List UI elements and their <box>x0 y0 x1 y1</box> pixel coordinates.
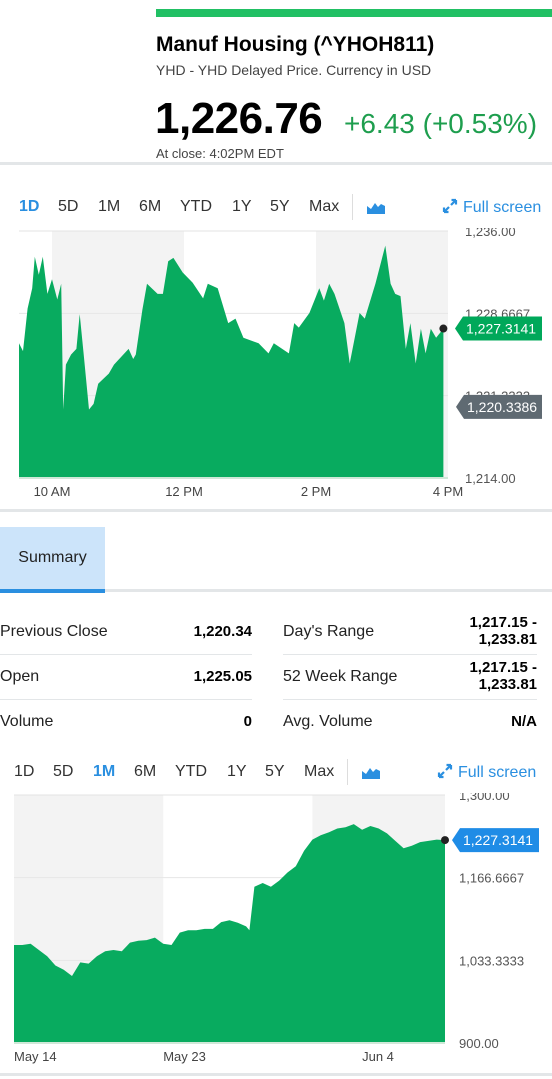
divider <box>0 1073 552 1076</box>
x-tick-label: 2 PM <box>301 484 331 499</box>
area-chart-icon[interactable] <box>362 766 380 784</box>
stat-value: 1,217.15 -1,233.81 <box>469 614 537 648</box>
x-tick-label: Jun 4 <box>362 1049 394 1064</box>
divider <box>0 509 552 512</box>
stat-52-week-range: 52 Week Range 1,217.15 -1,233.81 <box>283 655 537 700</box>
range-ytd[interactable]: YTD <box>175 763 207 781</box>
range-max[interactable]: Max <box>304 763 334 781</box>
stat-label: Volume <box>0 713 54 730</box>
stat-value: 1,220.34 <box>193 623 252 640</box>
range-5d[interactable]: 5D <box>53 763 73 781</box>
previous-close-marker: 1,220.3386 <box>456 394 542 419</box>
stat-label: 52 Week Range <box>283 668 398 685</box>
y-tick-label: 1,300.00 <box>459 793 510 803</box>
range-5y[interactable]: 5Y <box>270 198 290 216</box>
stat-value: 1,217.15 -1,233.81 <box>469 659 537 693</box>
separator <box>352 194 353 220</box>
range-selector-1d-chart: 1D 5D 1M 6M YTD 1Y 5Y Max Full screen <box>0 194 552 222</box>
current-price-marker: 1,227.3141 <box>455 316 542 341</box>
range-1y[interactable]: 1Y <box>227 763 247 781</box>
monthly-chart[interactable]: 1,300.00 1,166.6667 1,033.3333 900.00 May 14… <box>0 793 552 1073</box>
x-tick-label: 10 AM <box>34 484 71 499</box>
y-tick-label: 1,166.6667 <box>459 871 524 886</box>
y-tick-label: 1,236.00 <box>465 228 516 239</box>
range-1y[interactable]: 1Y <box>232 198 252 216</box>
tab-summary[interactable]: Summary <box>0 527 105 589</box>
expand-arrows-icon <box>437 763 453 779</box>
stat-value: 1,225.05 <box>193 668 252 685</box>
range-5d[interactable]: 5D <box>58 198 78 216</box>
quote-subtitle: YHD - YHD Delayed Price. Currency in USD <box>156 62 432 78</box>
stat-label: Day's Range <box>283 623 375 640</box>
tab-bar: Summary <box>0 527 552 593</box>
current-price-marker: 1,227.3141 <box>452 828 539 853</box>
current-price: 1,226.76 <box>155 94 323 143</box>
previous-close-label: 1,220.3386 <box>467 399 537 415</box>
stat-avg-volume: Avg. Volume N/A <box>283 700 537 745</box>
close-time: At close: 4:02PM EDT <box>156 146 284 161</box>
range-max[interactable]: Max <box>309 198 339 216</box>
quote-title: Manuf Housing (^YHOH811) <box>156 33 435 56</box>
divider <box>0 162 552 165</box>
x-tick-label: 4 PM <box>433 484 463 499</box>
area-chart-icon[interactable] <box>367 201 385 219</box>
range-ytd[interactable]: YTD <box>180 198 212 216</box>
range-low: 1,217.15 - <box>469 659 537 676</box>
y-tick-label: 1,214.00 <box>465 471 516 486</box>
stat-days-range: Day's Range 1,217.15 -1,233.81 <box>283 610 537 655</box>
range-1m[interactable]: 1M <box>93 763 115 781</box>
x-tick-label: May 23 <box>163 1049 206 1064</box>
range-1m[interactable]: 1M <box>98 198 120 216</box>
tab-divider <box>105 589 552 592</box>
stat-label: Open <box>0 668 40 685</box>
stat-value: 0 <box>243 713 252 730</box>
stat-label: Avg. Volume <box>283 713 373 730</box>
current-point-dot <box>441 836 449 845</box>
separator <box>347 759 348 785</box>
stat-value: N/A <box>511 713 537 730</box>
range-5y[interactable]: 5Y <box>265 763 285 781</box>
stat-open: Open 1,225.05 <box>0 655 252 700</box>
stat-previous-close: Previous Close 1,220.34 <box>0 610 252 655</box>
current-price-label: 1,227.3141 <box>463 832 533 848</box>
range-selector-1m-chart: 1D 5D 1M 6M YTD 1Y 5Y Max Full screen <box>0 759 552 787</box>
x-tick-label: 12 PM <box>165 484 203 499</box>
fullscreen-label: Full screen <box>458 764 537 781</box>
price-change: +6.43 (+0.53%) <box>344 108 538 139</box>
x-tick-label: May 14 <box>14 1049 57 1064</box>
range-high: 1,233.81 <box>478 676 537 693</box>
y-tick-label: 1,033.3333 <box>459 953 524 968</box>
stat-volume: Volume 0 <box>0 700 252 745</box>
stat-label: Previous Close <box>0 623 108 640</box>
y-tick-label: 900.00 <box>459 1036 499 1051</box>
range-1d[interactable]: 1D <box>19 198 39 216</box>
fullscreen-label: Full screen <box>463 199 542 216</box>
intraday-chart[interactable]: 1,236.001,228.66671,221.33331,214.0010 A… <box>0 228 552 508</box>
range-6m[interactable]: 6M <box>134 763 156 781</box>
fullscreen-button[interactable]: Full screen <box>442 198 541 217</box>
range-1d[interactable]: 1D <box>14 763 34 781</box>
tab-active-indicator <box>0 589 105 593</box>
current-price-label: 1,227.3141 <box>466 321 536 337</box>
range-low: 1,217.15 - <box>469 614 537 631</box>
expand-arrows-icon <box>442 198 458 214</box>
range-6m[interactable]: 6M <box>139 198 161 216</box>
range-high: 1,233.81 <box>478 631 537 648</box>
top-accent-bar <box>156 9 552 17</box>
fullscreen-button[interactable]: Full screen <box>437 763 536 782</box>
current-point-dot <box>439 324 448 333</box>
